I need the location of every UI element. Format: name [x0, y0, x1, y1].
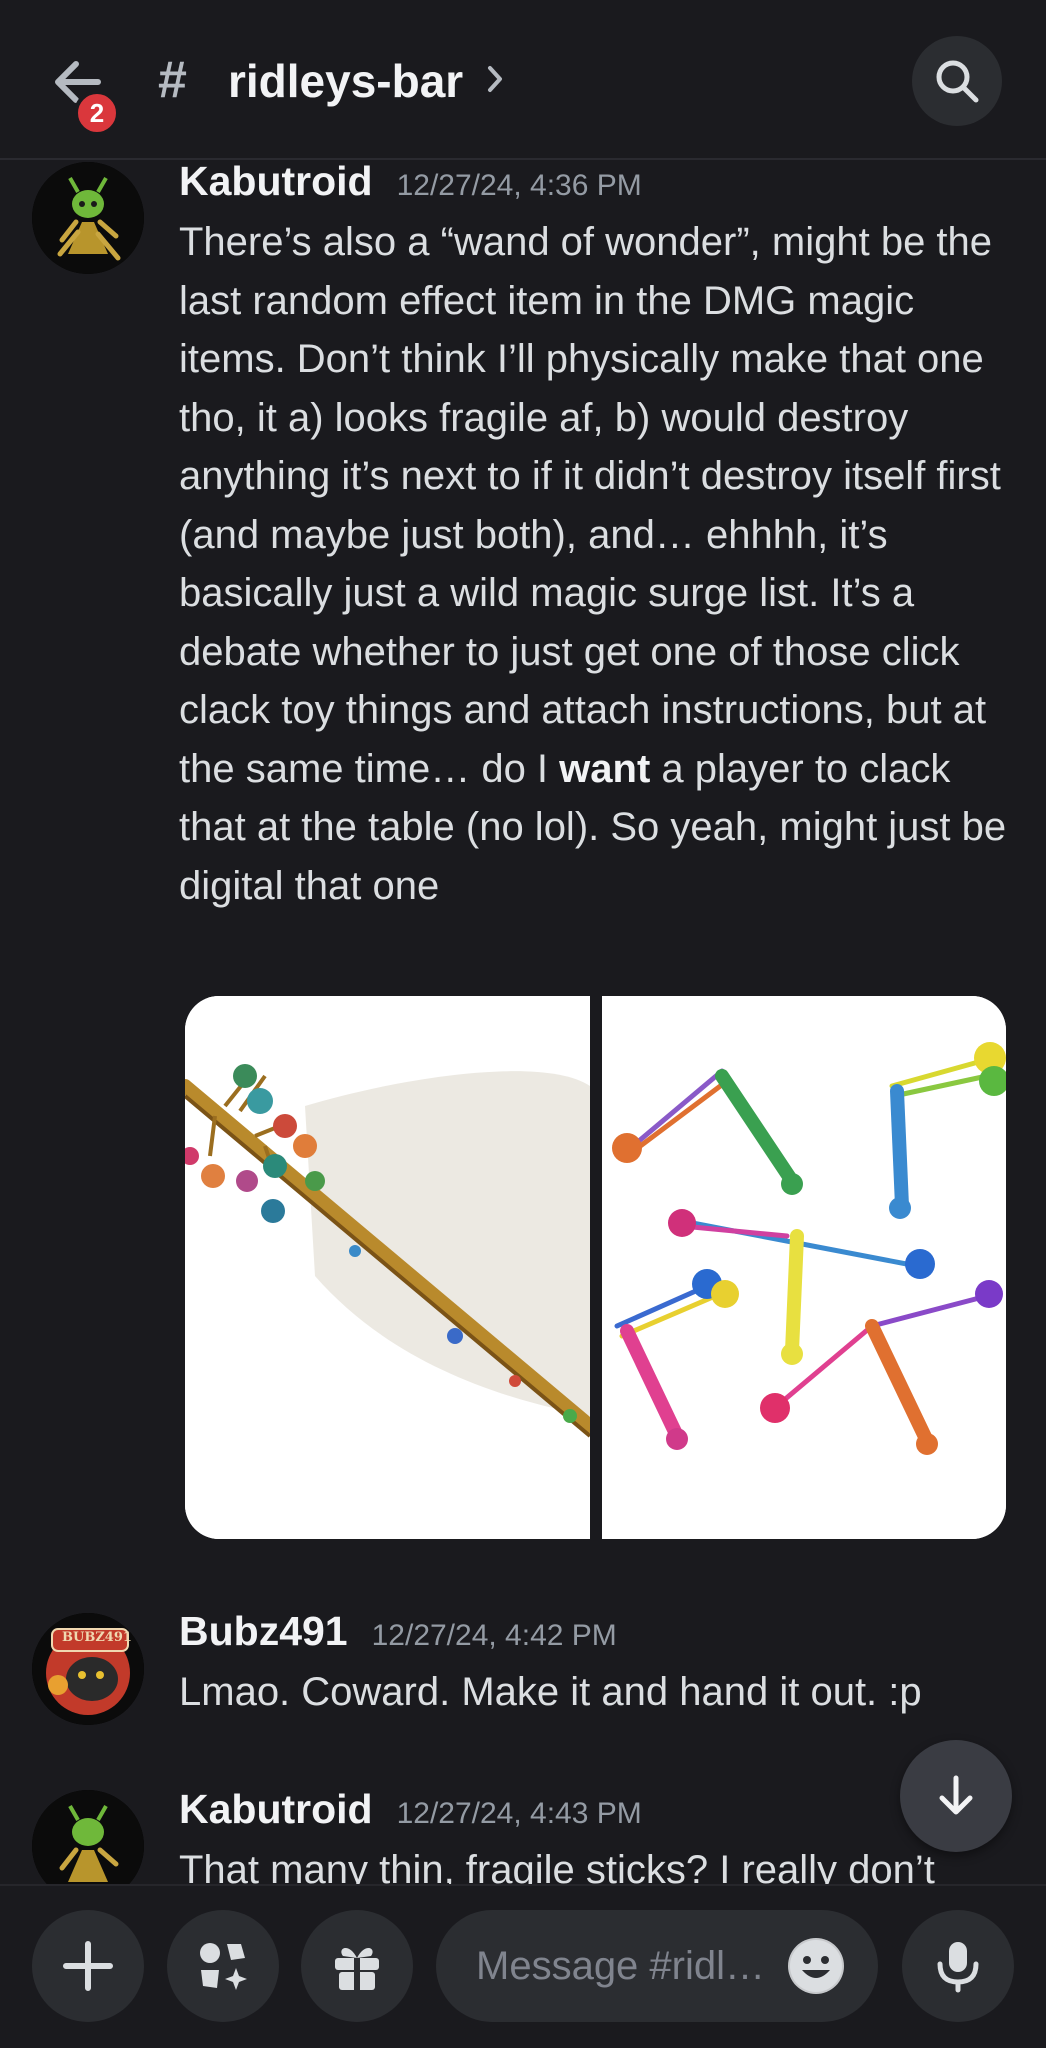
microphone-icon [937, 1942, 979, 1993]
message-text: That many thin, fragile sticks? I really… [179, 1848, 935, 1884]
apps-button[interactable] [167, 1910, 279, 2022]
gift-icon [335, 1947, 379, 1990]
message-kabutroid-2[interactable]: Kabutroid 12/27/24, 4:43 PM That many th… [0, 0, 1046, 1884]
emoji-icon [790, 1940, 842, 1992]
apps-icon [200, 1943, 247, 1990]
jump-to-present-button[interactable] [900, 1740, 1012, 1852]
voice-message-button[interactable] [902, 1910, 1014, 2022]
arrow-down-icon [939, 1775, 973, 1815]
emoji-button[interactable] [788, 1938, 844, 1994]
add-attachment-button[interactable] [32, 1910, 144, 2022]
message-input-container[interactable] [436, 1910, 878, 2022]
message-input[interactable] [476, 1943, 776, 1989]
gift-button[interactable] [301, 1910, 413, 2022]
username[interactable]: Kabutroid [179, 1786, 373, 1833]
avatar[interactable] [32, 1790, 144, 1884]
timestamp: 12/27/24, 4:43 PM [396, 1797, 642, 1830]
plus-icon [63, 1941, 113, 1991]
